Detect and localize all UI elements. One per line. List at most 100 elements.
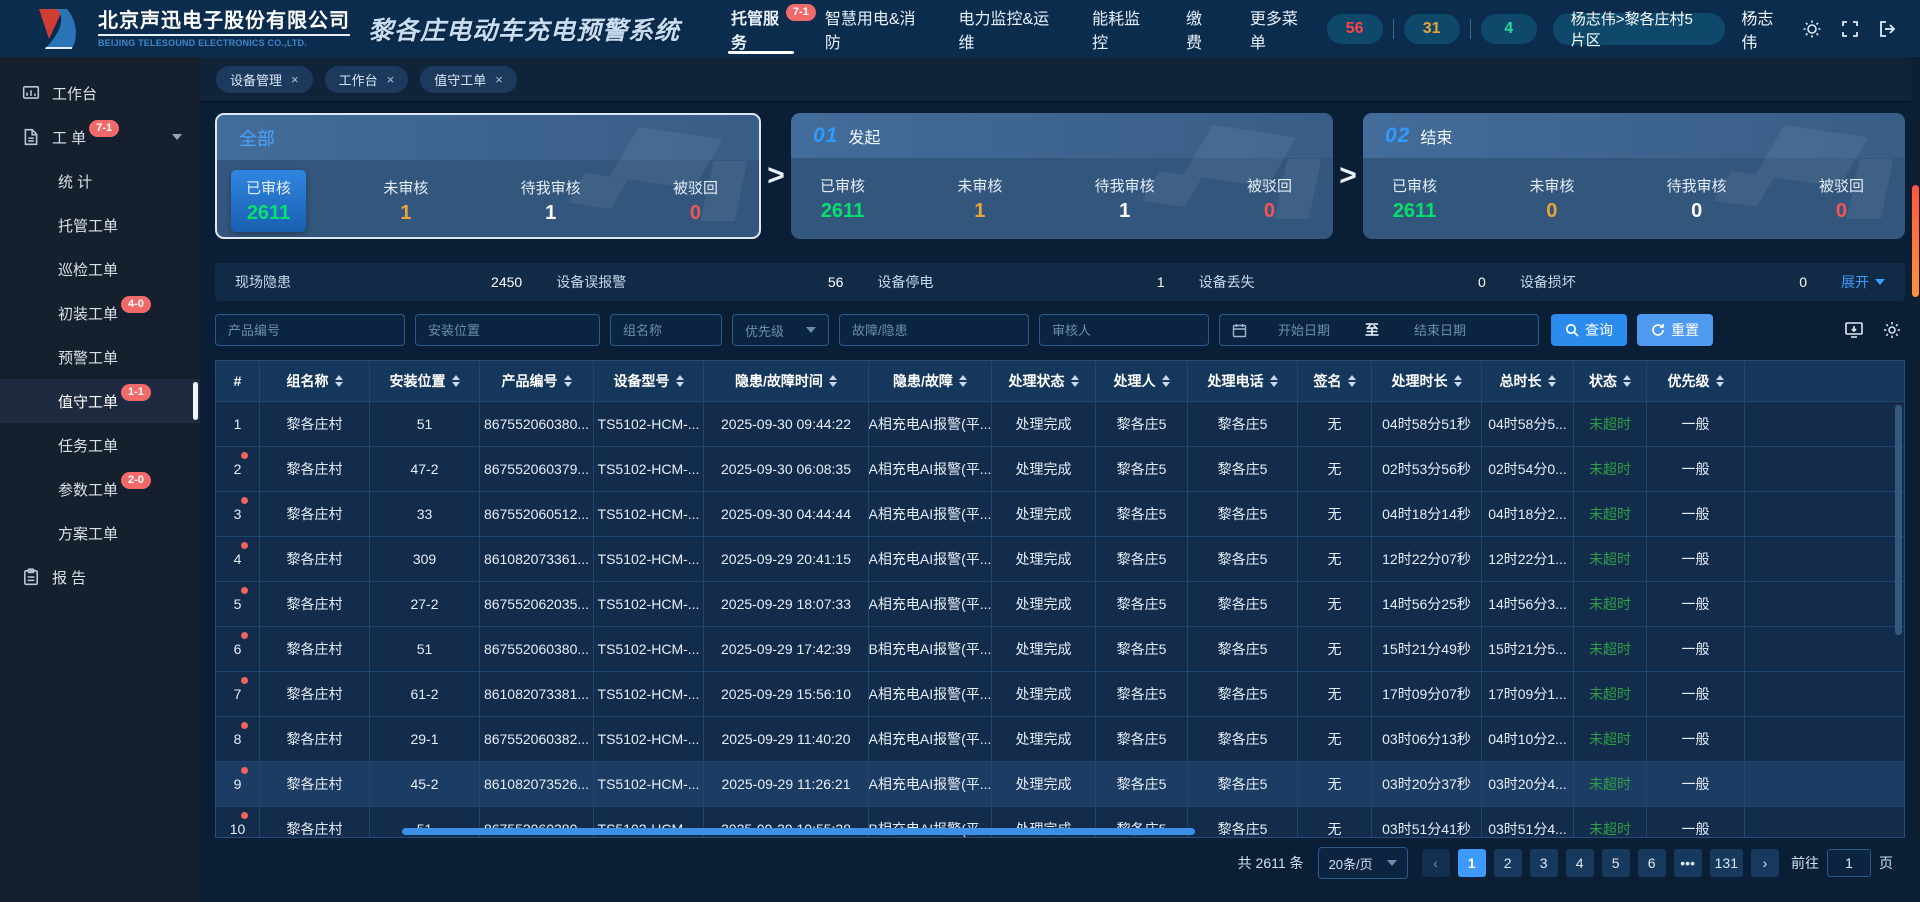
table-vertical-scrollbar[interactable] <box>1895 405 1902 635</box>
tab-值守工单[interactable]: 值守工单× <box>420 66 517 93</box>
sort-icon[interactable] <box>1454 375 1462 387</box>
sort-icon[interactable] <box>959 375 967 387</box>
column-header-总时长[interactable]: 总时长 <box>1482 361 1574 401</box>
table-row[interactable]: 5黎各庄村27-2867552062035...TS5102-HCM-...20… <box>216 581 1904 626</box>
sort-icon[interactable] <box>1071 375 1079 387</box>
more-pages-button[interactable]: ••• <box>1674 849 1702 877</box>
sidebar-item-工单[interactable]: 工 单7-1 <box>0 115 200 159</box>
gear-icon[interactable] <box>1879 317 1905 343</box>
next-page-button[interactable]: › <box>1751 849 1779 877</box>
group-name-input[interactable] <box>610 314 722 346</box>
close-icon[interactable]: × <box>291 72 299 87</box>
column-header-优先级[interactable]: 优先级 <box>1647 361 1745 401</box>
table-row[interactable]: 7黎各庄村61-2861082073381...TS5102-HCM-...20… <box>216 671 1904 716</box>
table-row[interactable]: 8黎各庄村29-1867552060382...TS5102-HCM-...20… <box>216 716 1904 761</box>
table-row[interactable]: 1黎各庄村51867552060380...TS5102-HCM-...2025… <box>216 401 1904 446</box>
sidebar-item-巡检工单[interactable]: 巡检工单 <box>0 247 200 291</box>
sidebar-item-初装工单[interactable]: 初装工单4-0 <box>0 291 200 335</box>
page-button[interactable]: 6 <box>1638 849 1666 877</box>
search-button[interactable]: 查询 <box>1551 314 1627 346</box>
end-date-input[interactable] <box>1383 322 1497 339</box>
column-header-处理人[interactable]: 处理人 <box>1096 361 1188 401</box>
table-row[interactable]: 6黎各庄村51867552060380...TS5102-HCM-...2025… <box>216 626 1904 671</box>
sidebar-item-参数工单[interactable]: 参数工单2-0 <box>0 467 200 511</box>
page-size-select[interactable]: 20条/页 <box>1318 847 1408 879</box>
sort-icon[interactable] <box>829 375 837 387</box>
scope-pill[interactable]: 杨志伟>黎各庄村5片区 <box>1553 13 1726 45</box>
export-screen-icon[interactable] <box>1841 317 1867 343</box>
nav-item[interactable]: 缴费 <box>1169 0 1233 57</box>
sidebar-item-值守工单[interactable]: 值守工单1-1 <box>0 379 200 423</box>
sort-icon[interactable] <box>676 375 684 387</box>
theme-icon[interactable] <box>1802 18 1822 40</box>
column-header-组名称[interactable]: 组名称 <box>260 361 370 401</box>
column-header-状态[interactable]: 状态 <box>1574 361 1647 401</box>
page-scrollbar-thumb[interactable] <box>1912 185 1919 297</box>
fullscreen-icon[interactable] <box>1840 18 1860 40</box>
sort-icon[interactable] <box>1548 375 1556 387</box>
sidebar-item-托管工单[interactable]: 托管工单 <box>0 203 200 247</box>
page-button[interactable]: 3 <box>1530 849 1558 877</box>
product-code-input[interactable] <box>215 314 405 346</box>
close-icon[interactable]: × <box>495 72 503 87</box>
stage-card-结束[interactable]: 02结束已审核2611未审核0待我审核0被驳回0 <box>1363 113 1905 239</box>
sidebar-item-任务工单[interactable]: 任务工单 <box>0 423 200 467</box>
page-button[interactable]: 2 <box>1494 849 1522 877</box>
column-header-处理电话[interactable]: 处理电话 <box>1188 361 1298 401</box>
page-button[interactable]: 131 <box>1710 849 1743 877</box>
table-row[interactable]: 9黎各庄村45-2861082073526...TS5102-HCM-...20… <box>216 761 1904 806</box>
reset-button[interactable]: 重置 <box>1637 314 1713 346</box>
page-button[interactable]: 5 <box>1602 849 1630 877</box>
table-row[interactable]: 4黎各庄村309861082073361...TS5102-HCM-...202… <box>216 536 1904 581</box>
install-location-input[interactable] <box>415 314 600 346</box>
nav-item[interactable]: 能耗监控 <box>1075 0 1169 57</box>
sort-icon[interactable] <box>1270 375 1278 387</box>
logout-icon[interactable] <box>1878 18 1898 40</box>
page-button[interactable]: 1 <box>1458 849 1486 877</box>
goto-page-input[interactable] <box>1827 849 1871 877</box>
column-header-签名[interactable]: 签名 <box>1298 361 1372 401</box>
nav-item[interactable]: 电力监控&运维 <box>942 0 1076 57</box>
horizontal-scrollbar[interactable] <box>402 828 1195 835</box>
date-range-picker[interactable]: 至 <box>1219 314 1539 346</box>
prev-page-button[interactable]: ‹ <box>1422 849 1450 877</box>
auditor-input[interactable] <box>1039 314 1209 346</box>
sidebar-item-方案工单[interactable]: 方案工单 <box>0 511 200 555</box>
sort-icon[interactable] <box>1716 375 1724 387</box>
nav-item[interactable]: 托管服务7-1 <box>714 0 808 57</box>
stage-card-发起[interactable]: 01发起已审核2611未审核1待我审核1被驳回0 <box>791 113 1333 239</box>
stage-card-全部[interactable]: 全部已审核2611未审核1待我审核1被驳回0 <box>215 113 761 239</box>
sort-icon[interactable] <box>564 375 572 387</box>
sort-icon[interactable] <box>1162 375 1170 387</box>
column-header-隐患/故障时间[interactable]: 隐患/故障时间 <box>704 361 869 401</box>
nav-item[interactable]: 智慧用电&消防 <box>808 0 942 57</box>
fault-input[interactable] <box>839 314 1029 346</box>
table-row[interactable]: 2黎各庄村47-2867552060379...TS5102-HCM-...20… <box>216 446 1904 491</box>
column-header-设备型号[interactable]: 设备型号 <box>594 361 704 401</box>
sort-icon[interactable] <box>335 375 343 387</box>
close-icon[interactable]: × <box>387 72 395 87</box>
start-date-input[interactable] <box>1247 322 1361 339</box>
alarm-counter[interactable]: 4 <box>1481 14 1537 44</box>
column-header-安装位置[interactable]: 安装位置 <box>370 361 480 401</box>
column-header-隐患/故障[interactable]: 隐患/故障 <box>869 361 992 401</box>
page-button[interactable]: 4 <box>1566 849 1594 877</box>
sidebar-item-工作台[interactable]: 工作台 <box>0 71 200 115</box>
sidebar-item-预警工单[interactable]: 预警工单 <box>0 335 200 379</box>
sidebar-item-统计[interactable]: 统 计 <box>0 159 200 203</box>
sort-icon[interactable] <box>1623 375 1631 387</box>
column-header-处理时长[interactable]: 处理时长 <box>1372 361 1482 401</box>
sort-icon[interactable] <box>1348 375 1356 387</box>
table-row[interactable]: 3黎各庄村33867552060512...TS5102-HCM-...2025… <box>216 491 1904 536</box>
nav-item[interactable]: 更多菜单 <box>1233 0 1327 57</box>
sort-icon[interactable] <box>452 375 460 387</box>
column-header-产品编号[interactable]: 产品编号 <box>480 361 594 401</box>
alarm-counter[interactable]: 56 <box>1327 14 1383 44</box>
expand-link[interactable]: 展开 <box>1841 272 1885 292</box>
priority-select[interactable]: 优先级 <box>732 314 829 346</box>
tab-设备管理[interactable]: 设备管理× <box>216 66 313 93</box>
column-header-处理状态[interactable]: 处理状态 <box>992 361 1096 401</box>
alarm-counter[interactable]: 31 <box>1404 14 1460 44</box>
sidebar-item-报告[interactable]: 报 告 <box>0 555 200 599</box>
tab-工作台[interactable]: 工作台× <box>325 66 409 93</box>
